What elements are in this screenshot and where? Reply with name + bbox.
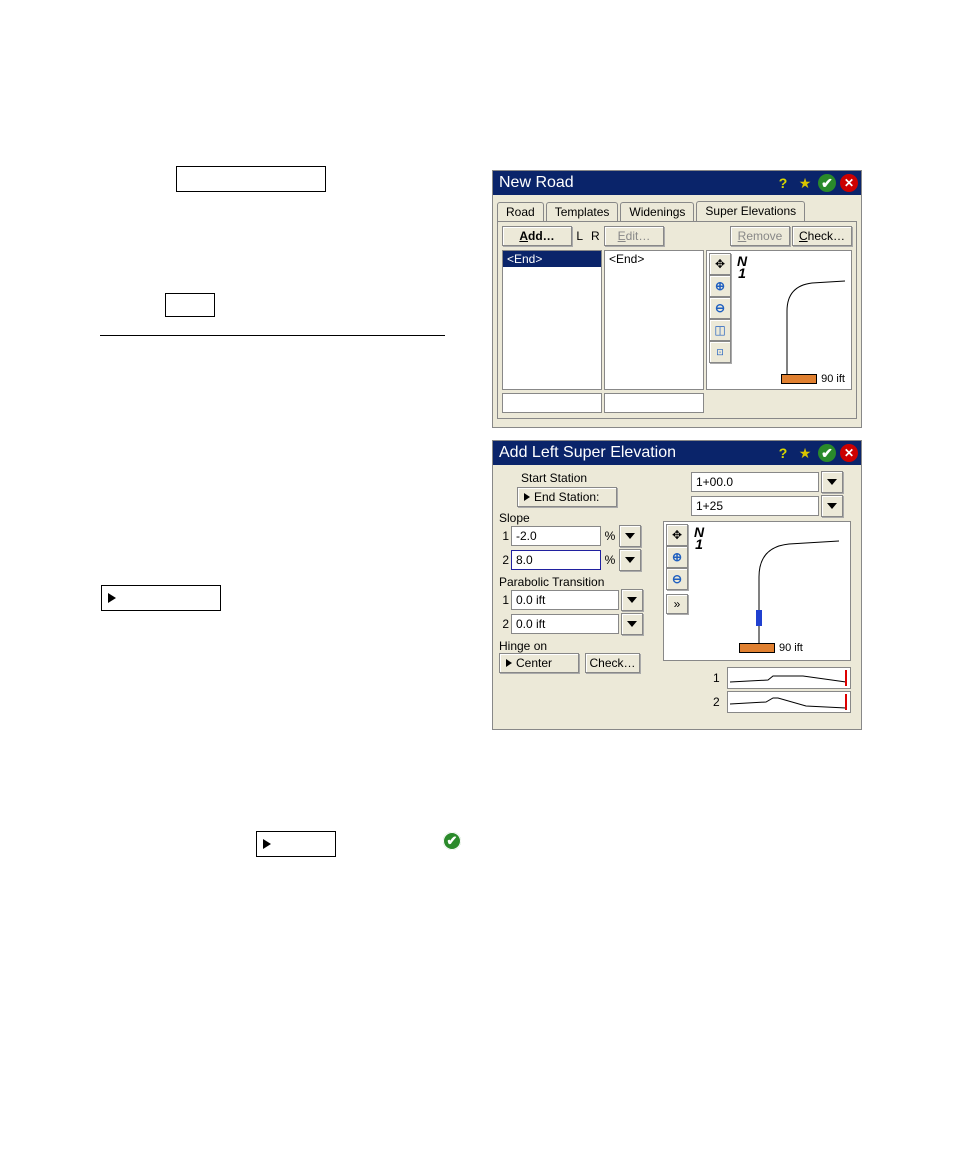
scale-box — [739, 643, 775, 653]
start-station-label: Start Station — [499, 471, 621, 485]
window-new-road: New Road ? ★ ✔ ✕ Road Templates Widening… — [492, 170, 862, 428]
preview-panel: ✥ ⊕ ⊖ ◫ ⊡ N 1 — [706, 250, 852, 390]
alignment-curve — [737, 271, 847, 381]
para2-dropdown[interactable] — [621, 613, 643, 635]
box-add — [165, 293, 215, 317]
para1-dropdown[interactable] — [621, 589, 643, 611]
hinge-button[interactable]: Center — [499, 653, 579, 673]
para1-num: 1 — [499, 593, 509, 607]
scale-box — [781, 374, 817, 384]
start-station-input[interactable]: 1+00.0 — [691, 472, 819, 492]
tab-road[interactable]: Road — [497, 202, 544, 221]
slope2-input[interactable]: 8.0 — [511, 550, 601, 570]
box-end-station — [101, 585, 221, 611]
para2-num: 2 — [499, 617, 509, 631]
xsection-2-num: 2 — [713, 695, 723, 709]
titlebar: New Road ? ★ ✔ ✕ — [493, 171, 861, 195]
slope1-num: 1 — [499, 529, 509, 543]
preview-toolbar: ✥ ⊕ ⊖ — [666, 524, 688, 590]
close-icon[interactable]: ✕ — [840, 444, 858, 462]
right-status — [604, 393, 704, 413]
fit-icon[interactable]: ✥ — [709, 253, 731, 275]
zoom-100-icon[interactable]: ⊡ — [709, 341, 731, 363]
zoom-window-icon[interactable]: ◫ — [709, 319, 731, 341]
help-icon[interactable]: ? — [773, 173, 793, 193]
play-icon — [108, 593, 116, 603]
tab-content: Add… LR Edit… Remove Check… < — [497, 221, 857, 419]
right-list[interactable]: <End> — [604, 250, 704, 390]
scale-bar: 90 ift — [781, 373, 845, 385]
ok-icon[interactable]: ✔ — [818, 444, 836, 462]
ok-icon: ✔ — [443, 832, 461, 850]
play-icon — [524, 493, 530, 501]
fit-icon[interactable]: ✥ — [666, 524, 688, 546]
start-station-dropdown[interactable] — [821, 471, 843, 493]
tab-super-elevations[interactable]: Super Elevations — [696, 201, 805, 221]
hinge-label: Hinge on — [499, 639, 689, 653]
xsection-1 — [727, 667, 851, 689]
check-button[interactable]: Check… — [585, 653, 640, 673]
slope1-unit: % — [603, 529, 617, 543]
box-super-elevations — [176, 166, 326, 192]
preview-panel: ✥ ⊕ ⊖ » N 1 90 ift — [663, 521, 851, 661]
lr-labels: LR — [574, 229, 602, 243]
play-icon — [506, 659, 512, 667]
slope2-unit: % — [603, 553, 617, 567]
window-add-super-elevation: Add Left Super Elevation ? ★ ✔ ✕ Start S… — [492, 440, 862, 730]
window-title: Add Left Super Elevation — [499, 444, 773, 462]
tabstrip: Road Templates Widenings Super Elevation… — [497, 199, 857, 221]
parabolic-label: Parabolic Transition — [499, 575, 689, 589]
add-button[interactable]: Add… — [502, 226, 572, 246]
list-item[interactable]: <End> — [503, 251, 601, 267]
para1-input[interactable]: 0.0 ift — [511, 590, 619, 610]
slope1-input[interactable]: -2.0 — [511, 526, 601, 546]
zoom-out-icon[interactable]: ⊖ — [666, 568, 688, 590]
north-indicator: N 1 — [694, 526, 704, 550]
xsection-1-num: 1 — [713, 671, 723, 685]
slope1-dropdown[interactable] — [619, 525, 641, 547]
edit-button: Edit… — [604, 226, 664, 246]
window-title: New Road — [499, 174, 773, 192]
underline-1 — [100, 335, 445, 336]
remove-button: Remove — [730, 226, 790, 246]
help-icon[interactable]: ? — [773, 443, 793, 463]
expand-button[interactable]: » — [666, 594, 688, 614]
ok-icon[interactable]: ✔ — [818, 174, 836, 192]
slope2-num: 2 — [499, 553, 509, 567]
end-station-button[interactable]: End Station: — [517, 487, 617, 507]
para2-input[interactable]: 0.0 ift — [511, 614, 619, 634]
tab-widenings[interactable]: Widenings — [620, 202, 694, 221]
slope-label: Slope — [499, 511, 689, 525]
left-status — [502, 393, 602, 413]
play-icon — [263, 839, 271, 849]
xsection-2 — [727, 691, 851, 713]
alignment-curve — [704, 532, 844, 652]
scale-bar: 90 ift — [739, 642, 803, 654]
titlebar: Add Left Super Elevation ? ★ ✔ ✕ — [493, 441, 861, 465]
left-list[interactable]: <End> — [502, 250, 602, 390]
end-station-input[interactable]: 1+25 — [691, 496, 819, 516]
zoom-in-icon[interactable]: ⊕ — [709, 275, 731, 297]
check-button[interactable]: Check… — [792, 226, 852, 246]
zoom-in-icon[interactable]: ⊕ — [666, 546, 688, 568]
slope2-dropdown[interactable] — [619, 549, 641, 571]
close-icon[interactable]: ✕ — [840, 174, 858, 192]
favorite-icon[interactable]: ★ — [795, 173, 815, 193]
favorite-icon[interactable]: ★ — [795, 443, 815, 463]
zoom-out-icon[interactable]: ⊖ — [709, 297, 731, 319]
tab-templates[interactable]: Templates — [546, 202, 619, 221]
preview-toolbar: ✥ ⊕ ⊖ ◫ ⊡ — [709, 253, 731, 363]
box-center — [256, 831, 336, 857]
end-station-dropdown[interactable] — [821, 495, 843, 517]
list-item[interactable]: <End> — [605, 251, 703, 267]
